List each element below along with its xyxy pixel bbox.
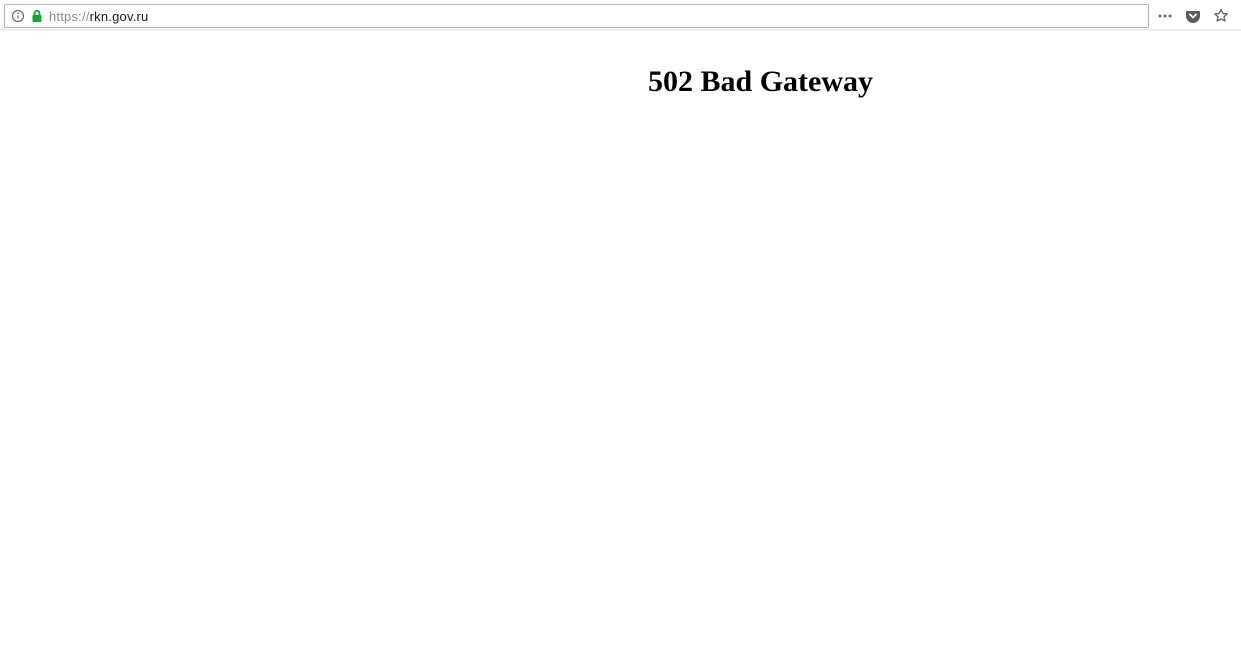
pocket-icon[interactable] (1183, 6, 1203, 26)
url-input[interactable]: https:// rkn.gov.ru (4, 4, 1149, 28)
more-icon[interactable] (1155, 6, 1175, 26)
browser-urlbar-row: https:// rkn.gov.ru (0, 0, 1241, 30)
toolbar-right (1155, 6, 1237, 26)
info-icon[interactable] (11, 9, 25, 23)
error-heading: 502 Bad Gateway (280, 65, 1241, 99)
lock-icon[interactable] (31, 9, 43, 23)
page-content: 502 Bad Gateway (0, 31, 1241, 661)
bookmark-star-icon[interactable] (1211, 6, 1231, 26)
url-text: https:// rkn.gov.ru (49, 9, 148, 24)
url-host: rkn.gov.ru (90, 9, 149, 24)
url-protocol: https:// (49, 9, 90, 24)
